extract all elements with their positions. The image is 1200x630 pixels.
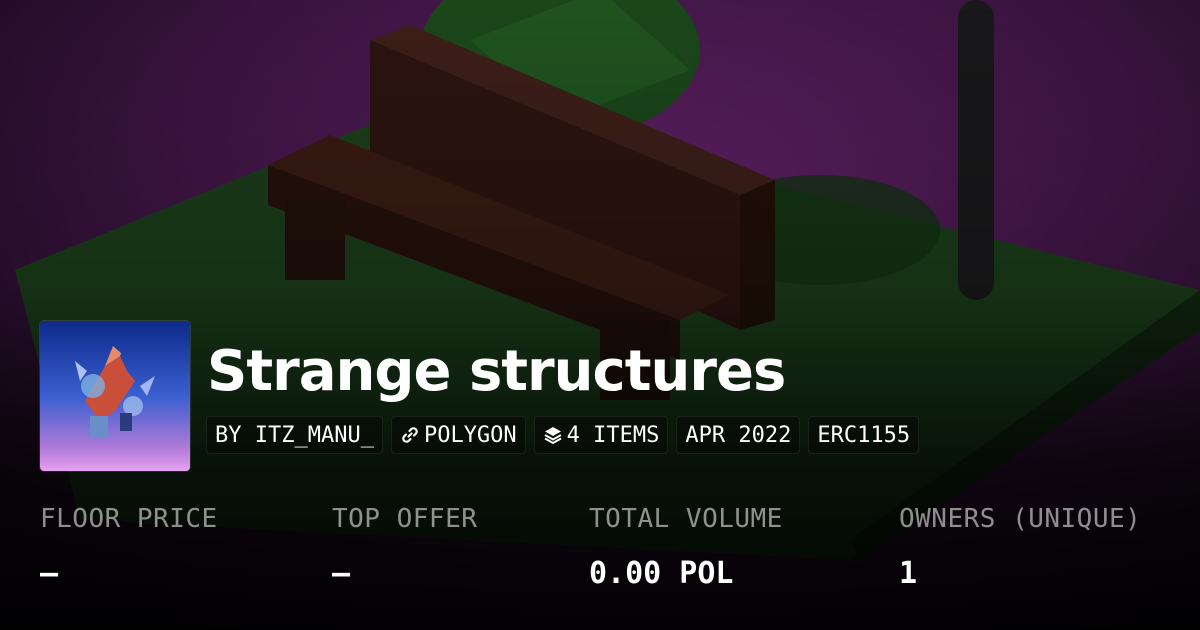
collection-meta-chips: BY ITZ_MANU_ POLYGON 4 ITEMS APR 2022 ER… xyxy=(206,416,920,454)
collection-avatar[interactable] xyxy=(40,321,190,471)
token-standard-chip: ERC1155 xyxy=(808,416,920,454)
items-chip[interactable]: 4 ITEMS xyxy=(533,416,669,454)
stat-value: 1 xyxy=(899,556,918,591)
stat-owners-unique: OWNERS (UNIQUE) 1 xyxy=(899,504,1141,591)
token-standard-chip-label: ERC1155 xyxy=(817,422,911,448)
stat-label: OWNERS (UNIQUE) xyxy=(899,504,1142,534)
creator-chip-label: BY ITZ_MANU_ xyxy=(215,422,374,448)
date-chip: APR 2022 xyxy=(676,416,801,454)
stat-value: – xyxy=(332,556,351,591)
chain-chip[interactable]: POLYGON xyxy=(390,416,526,454)
date-chip-label: APR 2022 xyxy=(685,422,792,448)
stat-label: TOP OFFER xyxy=(332,504,478,534)
polygon-link-icon xyxy=(400,425,420,445)
stat-total-volume: TOTAL VOLUME 0.00 POL xyxy=(589,504,783,591)
stat-floor-price: FLOOR PRICE – xyxy=(40,504,218,591)
stat-value: 0.00 POL xyxy=(589,556,734,591)
layers-icon xyxy=(543,425,563,445)
chain-chip-label: POLYGON xyxy=(423,422,517,448)
items-chip-label: 4 ITEMS xyxy=(566,422,660,448)
stat-label: FLOOR PRICE xyxy=(40,504,218,534)
collection-avatar-image xyxy=(40,321,190,471)
stat-top-offer: TOP OFFER – xyxy=(332,504,477,591)
creator-chip[interactable]: BY ITZ_MANU_ xyxy=(206,416,383,454)
collection-title: Strange structures xyxy=(207,339,786,404)
stat-label: TOTAL VOLUME xyxy=(589,504,783,534)
stat-value: – xyxy=(40,556,59,591)
